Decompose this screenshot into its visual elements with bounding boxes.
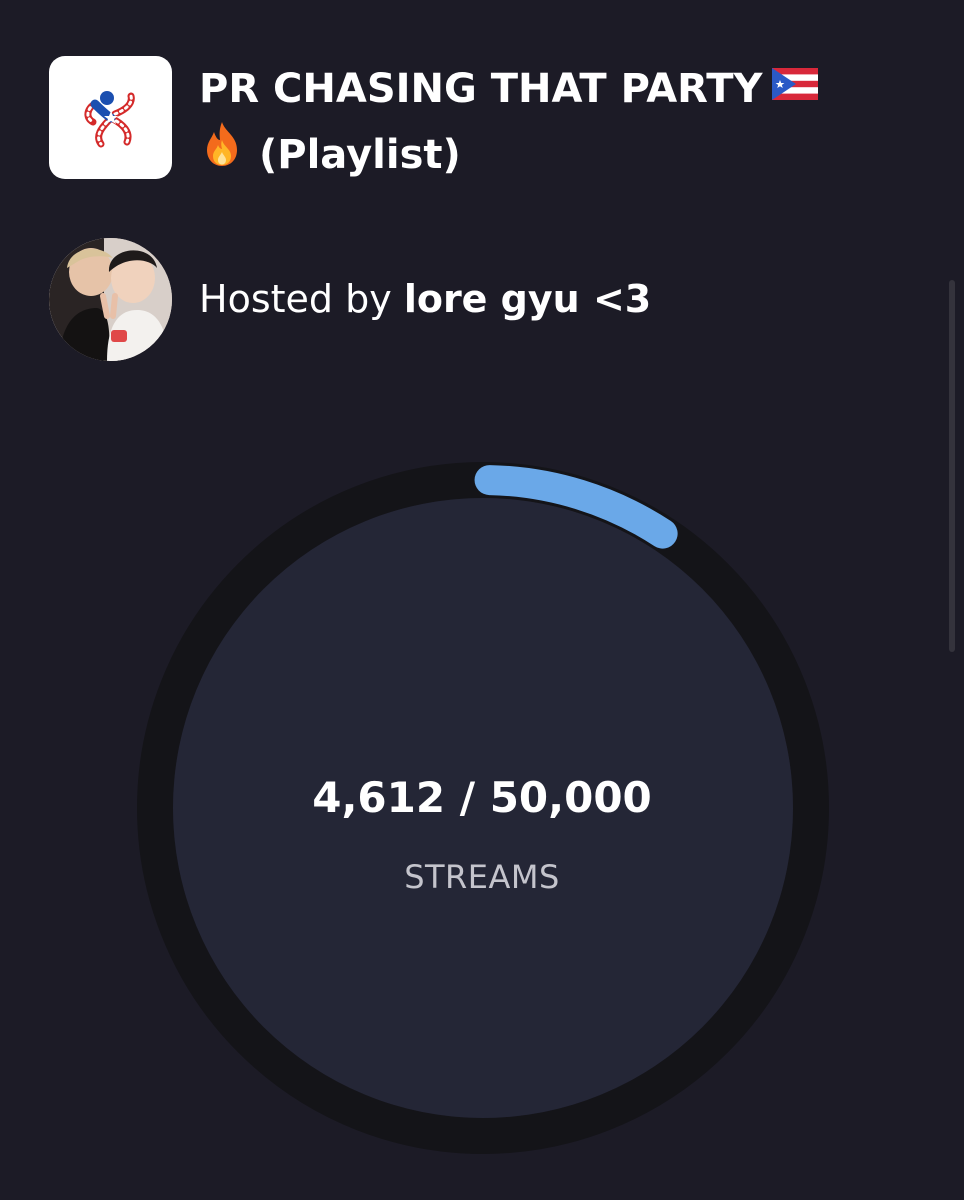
scrollbar[interactable] xyxy=(949,280,955,652)
playlist-title-text: PR CHASING THAT PARTY xyxy=(199,66,763,112)
stream-count-current: 4,612 xyxy=(312,773,446,822)
stream-count-goal: 50,000 xyxy=(489,773,652,822)
stream-count: 4,612 / 50,000 xyxy=(0,770,964,826)
host-avatar[interactable] xyxy=(49,238,172,361)
stream-unit-label: STREAMS xyxy=(404,858,560,896)
playlist-cover[interactable] xyxy=(49,56,172,179)
fire-icon xyxy=(199,120,245,188)
puerto-rico-flag-icon xyxy=(772,54,819,120)
playlist-title: PR CHASING THAT PARTY (Playlist) xyxy=(199,56,899,188)
host-avatar-photo xyxy=(49,238,172,361)
host-prefix: Hosted by xyxy=(199,277,392,321)
playlist-stream-goal-page: PR CHASING THAT PARTY (Playlist) Hosted … xyxy=(0,0,964,1200)
host-name[interactable]: lore gyu <3 xyxy=(404,277,651,321)
playlist-cover-art-icon xyxy=(84,90,135,147)
playlist-title-suffix: (Playlist) xyxy=(259,132,461,178)
host-line: Hosted by lore gyu <3 xyxy=(199,274,651,324)
stream-count-separator: / xyxy=(445,773,490,822)
